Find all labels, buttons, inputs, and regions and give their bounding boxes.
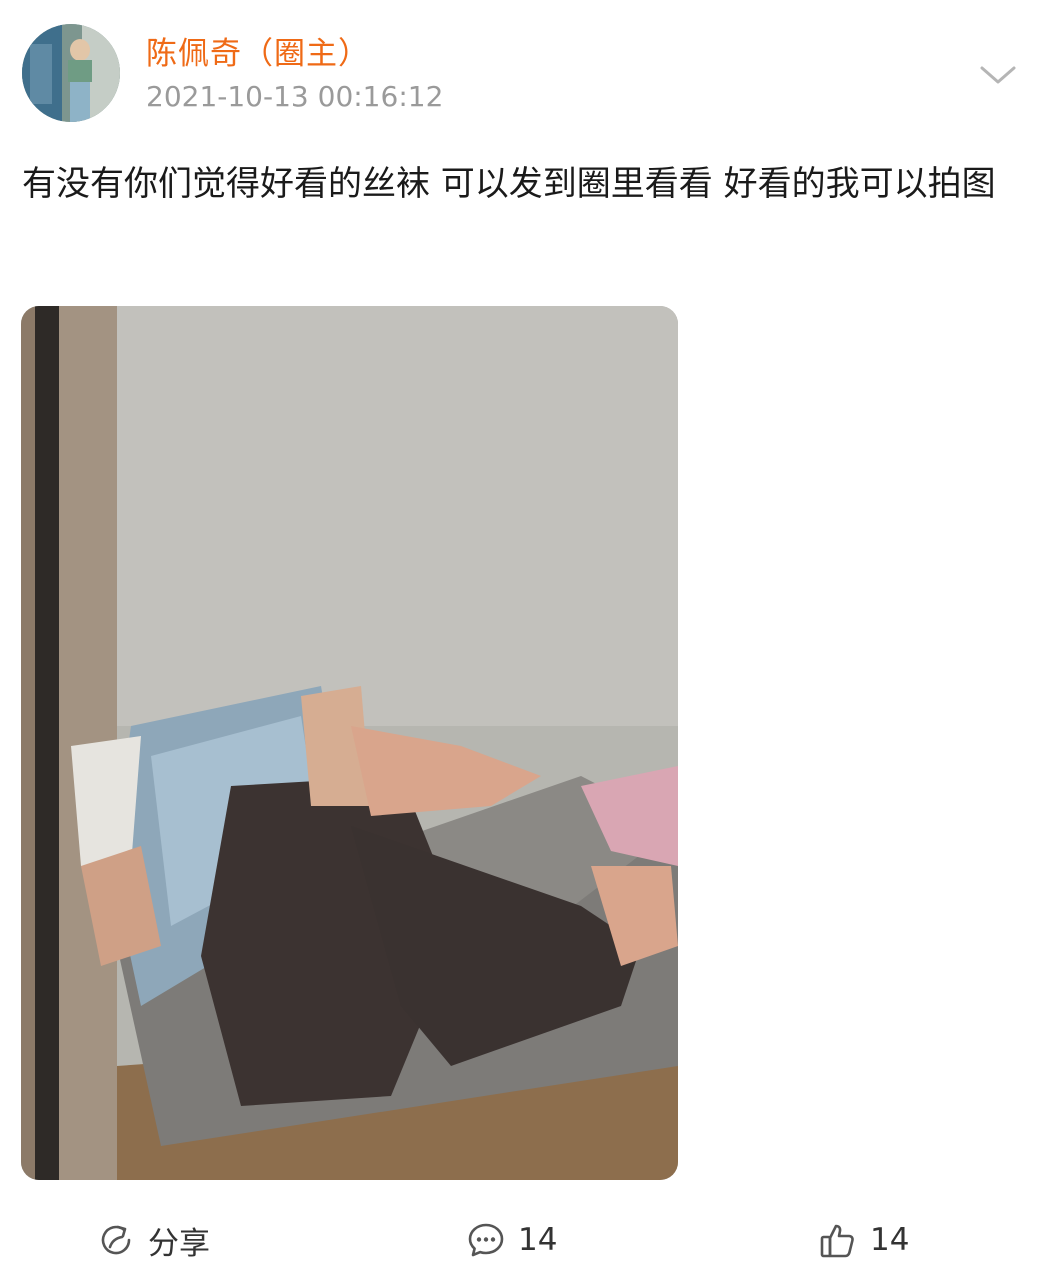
avatar[interactable] [22, 24, 120, 122]
avatar-image [22, 24, 120, 122]
comment-count: 14 [518, 1222, 558, 1258]
share-icon [101, 1225, 131, 1255]
like-icon [820, 1224, 854, 1258]
like-count: 14 [870, 1222, 910, 1258]
share-label: 分享 [148, 1225, 210, 1262]
like-button[interactable]: 14 [818, 1218, 909, 1262]
comment-button[interactable]: 14 [466, 1218, 557, 1262]
post-timestamp: 2021-10-13 00:16:12 [146, 80, 444, 113]
photo-image [21, 306, 678, 1180]
post-body-text: 有没有你们觉得好看的丝袜 可以发到圈里看看 好看的我可以拍图 [22, 164, 996, 204]
action-bar: 分享 14 14 [0, 1200, 1047, 1280]
chevron-down-icon[interactable] [978, 60, 1018, 90]
share-button[interactable]: 分享 [96, 1218, 210, 1262]
comment-icon [468, 1223, 504, 1257]
author-name[interactable]: 陈佩奇（圈主） [146, 28, 370, 73]
post-header: 陈佩奇（圈主） 2021-10-13 00:16:12 [0, 0, 1047, 140]
post-photo[interactable] [21, 306, 678, 1180]
